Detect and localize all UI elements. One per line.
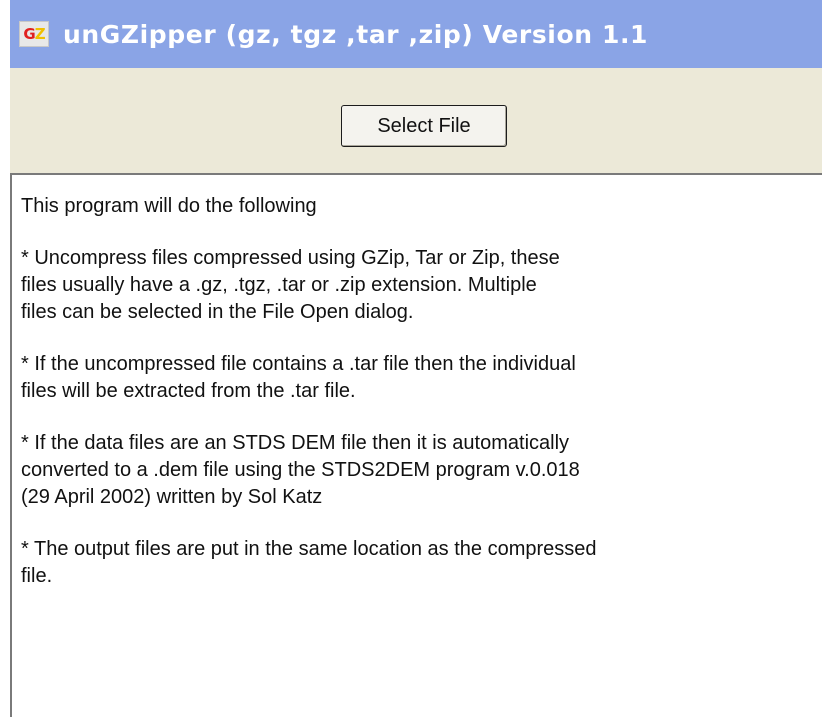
app-window: GZ unGZipper (gz, tgz ,tar ,zip) Version… [0, 0, 822, 717]
description-paragraph-output: * The output files are put in the same l… [21, 538, 597, 587]
description-paragraph-stds-dem: * If the data files are an STDS DEM file… [21, 432, 580, 508]
toolbar-panel: Select File [10, 68, 822, 173]
window-title: unGZipper (gz, tgz ,tar ,zip) Version 1.… [63, 19, 649, 49]
app-icon-letter-g: G [23, 24, 35, 43]
app-gz-icon: GZ [19, 21, 49, 47]
description-paragraph-tar: * If the uncompressed file contains a .t… [21, 353, 576, 402]
title-bar[interactable]: GZ unGZipper (gz, tgz ,tar ,zip) Version… [10, 0, 822, 68]
description-paragraph-uncompress: * Uncompress files compressed using GZip… [21, 247, 560, 323]
intro-text: This program will do the following [21, 195, 317, 217]
description-text-area[interactable]: This program will do the following * Unc… [10, 173, 822, 717]
select-file-button[interactable]: Select File [341, 105, 507, 147]
app-icon-letter-z: Z [34, 24, 46, 43]
